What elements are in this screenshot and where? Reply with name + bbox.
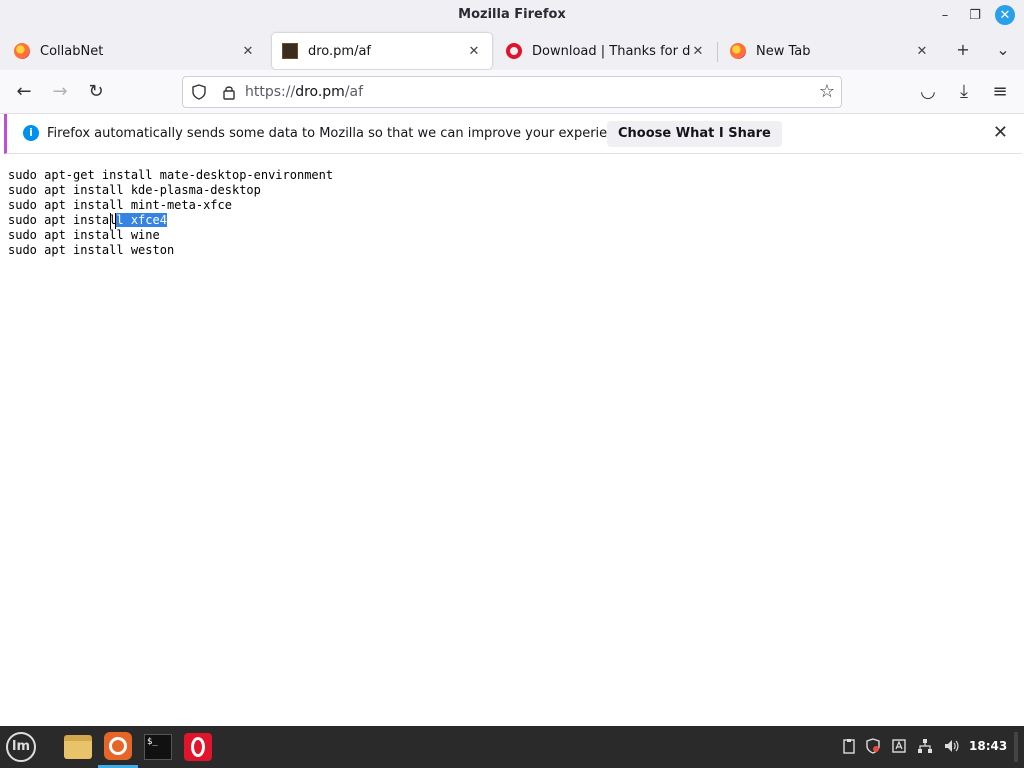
list-all-tabs-button[interactable]: ⌄ [993,40,1013,60]
folder-icon [64,735,92,759]
close-notification-icon[interactable]: ✕ [993,122,1008,143]
dropm-icon [282,43,298,59]
tab-strip: CollabNet ✕ dro.pm/af ✕ Download | Thank… [0,30,1024,70]
data-collection-notification: i Firefox automatically sends some data … [4,114,1022,154]
tab-close-icon[interactable]: ✕ [914,44,930,59]
url-path: /af [344,84,364,100]
tab-dropm[interactable]: dro.pm/af ✕ [272,33,492,69]
firefox-icon [104,731,132,760]
terminal-app-button[interactable]: $_ [138,726,178,768]
lock-icon[interactable] [221,84,237,100]
choose-what-i-share-button[interactable]: Choose What I Share [607,121,782,147]
forward-button[interactable]: → [48,80,72,104]
command-line[interactable]: sudo apt install weston [8,243,174,257]
opera-icon [506,43,522,59]
pocket-icon[interactable]: ◡ [916,80,940,104]
bookmark-star-icon[interactable]: ☆ [819,81,835,102]
maximize-button[interactable]: ❐ [965,5,985,25]
tab-opera-download[interactable]: Download | Thanks for downloading ✕ [496,33,716,69]
tab-close-icon[interactable]: ✕ [466,44,482,59]
tab-separator [717,42,718,62]
url-bar[interactable]: https://dro.pm/af ☆ [182,76,842,108]
command-line[interactable]: sudo apt-get install mate-desktop-enviro… [8,168,333,182]
command-line[interactable]: sudo apt install kde-plasma-desktop [8,183,261,197]
command-line[interactable]: sudo apt install mint-meta-xfce [8,198,232,212]
opera-icon [184,733,212,761]
keyboard-layout-icon[interactable] [891,738,907,754]
opera-app-button[interactable] [178,726,218,768]
page-content: sudo apt-get install mate-desktop-enviro… [0,156,1024,726]
command-line-selected[interactable]: sudo apt install xfce4 [8,213,167,227]
command-list[interactable]: sudo apt-get install mate-desktop-enviro… [8,168,333,258]
shield-update-icon[interactable] [865,738,881,754]
back-button[interactable]: ← [12,80,36,104]
firefox-icon [730,43,746,59]
app-menu-button[interactable]: ≡ [988,80,1012,104]
tab-new-tab[interactable]: New Tab ✕ [720,33,940,69]
tab-close-icon[interactable]: ✕ [690,44,706,59]
volume-icon[interactable] [943,738,959,754]
selection-prefix: sudo apt instal [8,213,117,227]
clipboard-icon[interactable] [841,738,857,754]
mint-menu-button[interactable]: lm [6,732,36,762]
tab-title: New Tab [756,43,811,59]
taskbar: lm $_ 18:43 [0,726,1024,768]
network-icon[interactable] [917,738,933,754]
close-window-button[interactable]: ✕ [995,5,1015,25]
tracking-protection-shield-icon[interactable] [191,84,207,100]
minimize-button[interactable]: – [935,5,955,25]
window-titlebar: Mozilla Firefox – ❐ ✕ [0,0,1024,30]
notification-message: Firefox automatically sends some data to… [47,126,635,141]
info-icon: i [23,125,39,141]
url-scheme: https:// [245,84,296,100]
tab-close-icon[interactable]: ✕ [240,44,256,59]
firefox-app-button[interactable] [98,726,138,768]
files-app-button[interactable] [58,726,98,768]
show-desktop-button[interactable] [1014,732,1018,762]
tab-title: dro.pm/af [308,43,372,59]
reload-button[interactable]: ↻ [84,80,108,104]
downloads-icon[interactable]: ⤓ [952,80,976,104]
window-title: Mozilla Firefox [458,7,566,22]
command-line[interactable]: sudo apt install wine [8,228,160,242]
tab-collabnet[interactable]: CollabNet ✕ [4,33,266,69]
new-tab-button[interactable]: + [953,40,973,60]
navigation-toolbar: ← → ↻ https://dro.pm/af ☆ ◡ ⤓ ≡ [0,70,1024,114]
text-cursor-icon [110,213,116,229]
clock[interactable]: 18:43 [969,739,1007,753]
terminal-icon: $_ [144,734,172,760]
tab-title: CollabNet [40,43,104,59]
url-host: dro.pm [295,84,345,100]
url-text[interactable]: https://dro.pm/af [245,84,363,100]
firefox-icon [14,43,30,59]
selected-text[interactable]: l xfce4 [116,213,167,227]
tab-title: Download | Thanks for downloading [532,43,690,59]
